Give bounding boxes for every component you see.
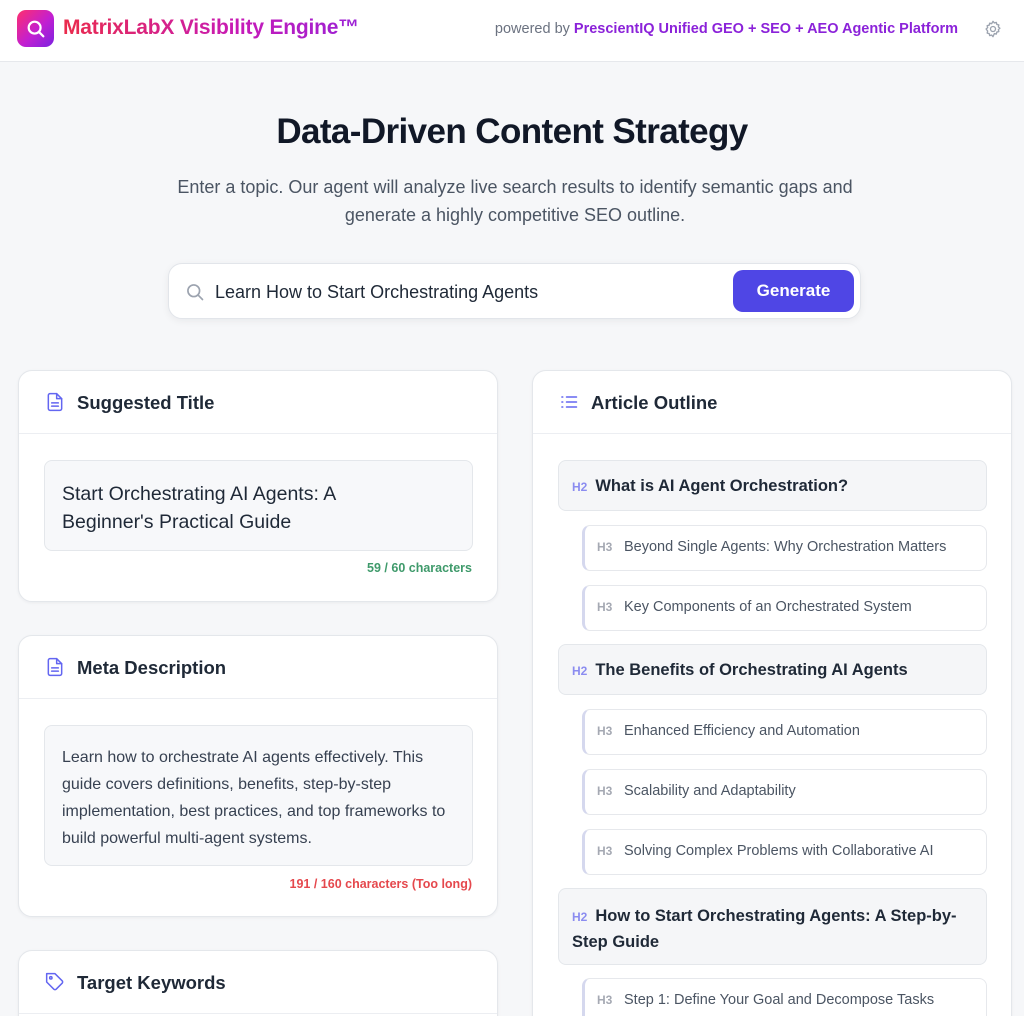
search-icon [27, 20, 44, 37]
card-header: Suggested Title [19, 371, 497, 434]
suggested-title-card: Suggested Title Start Orchestrating AI A… [18, 370, 498, 602]
h2-text: How to Start Orchestrating Agents: A Ste… [572, 907, 957, 951]
search-icon [187, 284, 204, 301]
h3-tag: H3 [597, 844, 613, 858]
h3-text: Key Components of an Orchestrated System [624, 599, 912, 615]
search-bar: Generate [168, 263, 861, 319]
card-header: Article Outline [533, 371, 1011, 434]
suggested-title-text: Start Orchestrating AI Agents: A Beginne… [62, 483, 336, 533]
card-title: Article Outline [591, 392, 718, 413]
article-outline-card: Article Outline H2 What is AI Agent Orche… [532, 370, 1012, 1016]
h3-text: Step 1: Define Your Goal and Decompose T… [624, 992, 935, 1008]
list-icon [561, 396, 578, 408]
outline-h2-item[interactable]: H2 The Benefits of Orchestrating AI Agent… [558, 644, 987, 695]
page-title: Data-Driven Content Strategy [276, 112, 748, 151]
h3-tag: H3 [597, 540, 613, 554]
h3-tag: H3 [597, 600, 613, 614]
h2-text: What is AI Agent Orchestration? [595, 477, 849, 495]
meta-description-text: Learn how to orchestrate AI agents effec… [62, 749, 446, 847]
page-subtitle: Enter a topic. Our agent will analyze li… [177, 177, 853, 225]
document-icon [47, 657, 63, 677]
h3-text: Scalability and Adaptability [624, 783, 796, 799]
meta-description-card: Meta Description Learn how to orchestrat… [18, 635, 498, 917]
outline-h3-item[interactable]: H3 Step 1: Define Your Goal and Decompos… [582, 978, 987, 1016]
brand-name: MatrixLabX Visibility Engine™ [63, 16, 360, 39]
h2-text: The Benefits of Orchestrating AI Agents [595, 661, 908, 679]
generate-button[interactable]: Generate [733, 270, 854, 312]
platform-name: PrescientIQ Unified GEO + SEO + AEO Agen… [573, 21, 958, 37]
document-icon [47, 392, 63, 412]
powered-by: powered by PrescientIQ Unified GEO + SEO… [495, 21, 958, 37]
h2-tag: H2 [572, 910, 588, 924]
outline-h3-item[interactable]: H3 Beyond Single Agents: Why Orchestrati… [582, 525, 987, 571]
title-box[interactable]: Start Orchestrating AI Agents: A Beginne… [44, 460, 473, 551]
h3-text: Enhanced Efficiency and Automation [624, 723, 860, 739]
outline-h2-item[interactable]: H2 What is AI Agent Orchestration? [558, 460, 987, 511]
powered-by-prefix: powered by [494, 21, 570, 37]
meta-description-box[interactable]: Learn how to orchestrate AI agents effec… [44, 725, 473, 866]
h2-tag: H2 [572, 664, 588, 678]
title-char-count: 59 / 60 characters [367, 561, 472, 575]
app-header: MatrixLabX Visibility Engine™ powered by… [0, 0, 1024, 62]
card-header: Meta Description [19, 636, 497, 699]
outline-h3-item[interactable]: H3 Scalability and Adaptability [582, 769, 987, 815]
meta-char-count: 191 / 160 characters (Too long) [289, 877, 472, 891]
h2-tag: H2 [572, 480, 588, 494]
app-logo[interactable] [17, 10, 54, 47]
topic-input[interactable] [215, 272, 725, 312]
outline-h2-item[interactable]: H2 How to Start Orchestrating Agents: A S… [558, 888, 987, 965]
h3-tag: H3 [597, 724, 613, 738]
card-title: Suggested Title [77, 392, 215, 413]
gear-icon[interactable] [983, 19, 1003, 39]
outline-h3-item[interactable]: H3 Enhanced Efficiency and Automation [582, 709, 987, 755]
h3-tag: H3 [597, 993, 613, 1007]
card-title: Meta Description [77, 657, 227, 678]
h3-text: Beyond Single Agents: Why Orchestration … [624, 539, 947, 555]
h3-text: Solving Complex Problems with Collaborat… [624, 843, 934, 859]
target-keywords-card: Target Keywords [18, 950, 498, 1016]
card-title: Target Keywords [77, 972, 226, 993]
h3-tag: H3 [597, 784, 613, 798]
outline-h3-item[interactable]: H3 Solving Complex Problems with Collabo… [582, 829, 987, 875]
card-header: Target Keywords [19, 951, 497, 1014]
tag-icon [45, 972, 64, 991]
outline-h3-item[interactable]: H3 Key Components of an Orchestrated Sys… [582, 585, 987, 631]
